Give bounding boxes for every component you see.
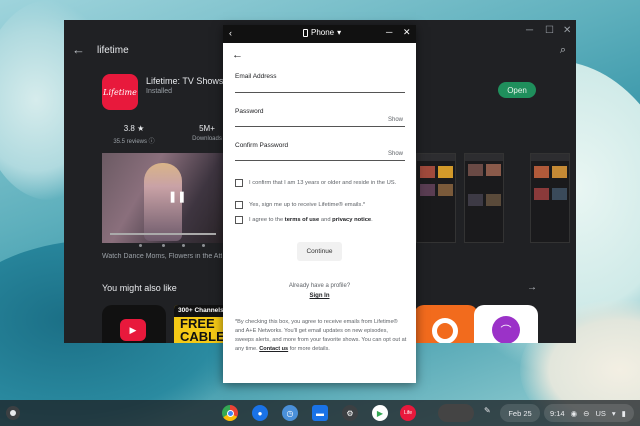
lifetime-app-icon: Lifetime (102, 74, 138, 110)
recommended-app-1[interactable]: ▶ (102, 305, 166, 343)
search-icon[interactable]: ⌕ (560, 44, 566, 57)
lifetime-shelf-icon[interactable]: Life (400, 405, 416, 421)
contact-us-link[interactable]: Contact us (259, 346, 288, 352)
dialog-back-icon[interactable]: ‹ (229, 28, 232, 38)
status-area[interactable]: 9:14 ◉ ⊖ US ▾ ▮ (544, 404, 634, 422)
play-tv-icon: ▶ (120, 319, 146, 341)
locale-indicator: US (595, 408, 606, 418)
already-have-profile-text: Already have a profile? (288, 283, 351, 289)
email-label: Email Address (235, 73, 277, 80)
privacy-notice-link[interactable]: privacy notice (332, 217, 371, 223)
confirm-password-field[interactable] (235, 160, 405, 161)
chrome-icon[interactable] (222, 405, 238, 421)
battery-icon: ▮ (621, 408, 626, 418)
time-display: 9:14 (550, 408, 565, 418)
maximize-icon[interactable]: ☐ (545, 25, 554, 36)
play-store-icon[interactable]: ▶ (372, 405, 388, 421)
screenshot-3[interactable] (530, 153, 570, 243)
screenshot-1[interactable] (416, 153, 456, 243)
password-field[interactable] (235, 126, 405, 127)
chevron-down-icon: ▾ (337, 28, 342, 37)
files-icon[interactable]: ▬ (312, 405, 328, 421)
pen-icon[interactable]: ✎ (484, 406, 491, 415)
app-install-status: Installed (146, 88, 173, 95)
email-optin-text: Yes, sign me up to receive Lifetime® ema… (249, 202, 366, 208)
clock-icon[interactable]: ◷ (282, 405, 298, 421)
app-description: Watch Dance Moms, Flowers in the Attic (102, 253, 222, 260)
video-progress-bar[interactable] (110, 233, 216, 235)
settings-icon[interactable]: ⚙ (342, 405, 358, 421)
terms-of-use-link[interactable]: terms of use (285, 217, 319, 223)
recommended-app-4[interactable]: ⌒ (474, 305, 538, 343)
notification-icon: ◉ (570, 408, 578, 418)
launcher-icon[interactable] (6, 406, 20, 420)
email-optin-checkbox[interactable] (235, 201, 243, 209)
system-shelf: ● ◷ ▬ ⚙ ▶ Life ✎ Feb 25 9:14 ◉ ⊖ US ▾ ▮ (0, 400, 640, 426)
recommended-app-3[interactable] (414, 305, 478, 343)
minimize-icon[interactable]: ─ (526, 25, 533, 36)
search-query[interactable]: lifetime (97, 45, 129, 56)
open-button[interactable]: Open (498, 82, 536, 98)
app-title: Lifetime: TV Shows & M (146, 76, 224, 86)
rating-value: 3.8 ★ (123, 124, 145, 133)
email-field[interactable] (235, 92, 405, 93)
tv-app-icon: ⌒ (492, 316, 520, 343)
rating-stat: 3.8 ★ 35.5 reviews ⓘ (104, 124, 164, 145)
dialog-minimize-icon[interactable]: ─ (386, 27, 392, 37)
password-label: Password (235, 108, 264, 115)
section-arrow-icon[interactable]: → (527, 282, 537, 293)
holding-space-thumbnail[interactable] (438, 404, 474, 422)
sign-in-link[interactable]: Sign In (223, 293, 416, 299)
password-show-toggle[interactable]: Show (388, 117, 403, 123)
wifi-icon: ▾ (611, 408, 616, 418)
phone-icon (303, 28, 308, 37)
continue-button[interactable]: Continue (297, 242, 342, 261)
section-title: You might also like (102, 283, 177, 293)
crunchyroll-icon (432, 318, 458, 343)
terms-checkbox[interactable] (235, 216, 243, 224)
confirm-password-show-toggle[interactable]: Show (388, 151, 403, 157)
close-icon[interactable]: ✕ (563, 25, 571, 36)
dialog-close-icon[interactable]: ✕ (403, 27, 411, 38)
rating-label: 35.5 reviews ⓘ (113, 139, 155, 145)
device-selector[interactable]: Phone ▾ (303, 28, 341, 37)
screenshot-2[interactable] (464, 153, 504, 243)
dnd-icon: ⊖ (583, 408, 590, 418)
dialog-titlebar: ‹ Phone ▾ ─ ✕ (223, 25, 416, 43)
carousel-dots (102, 242, 224, 250)
back-arrow-icon[interactable]: ← (72, 42, 85, 57)
messages-icon[interactable]: ● (252, 405, 268, 421)
terms-text: I agree to the terms of use and privacy … (249, 217, 373, 223)
form-back-arrow-icon[interactable]: ← (232, 49, 243, 61)
date-pill[interactable]: Feb 25 (500, 404, 540, 422)
age-confirm-checkbox[interactable] (235, 179, 243, 187)
age-confirm-text: I confirm that I am 13 years or older an… (249, 180, 397, 186)
legal-disclaimer: *By checking this box, you agree to rece… (235, 319, 407, 352)
signup-dialog: ‹ Phone ▾ ─ ✕ ← Email Address Password Sh… (223, 25, 416, 383)
pause-icon[interactable]: ❚❚ (168, 190, 186, 203)
trailer-video[interactable]: ❚❚ (102, 153, 224, 243)
confirm-password-label: Confirm Password (235, 142, 289, 149)
